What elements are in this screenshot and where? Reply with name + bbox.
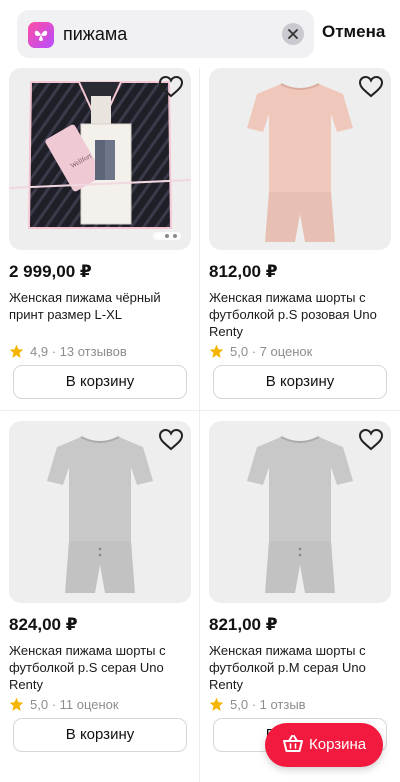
product-price: 821,00 ₽ (209, 615, 278, 634)
heart-icon[interactable] (158, 75, 184, 99)
search-input[interactable]: пижама (63, 24, 127, 45)
product-price: 2 999,00 ₽ (9, 262, 92, 281)
reviews-count: 7 оценок (259, 343, 313, 359)
star-icon (9, 697, 24, 711)
heart-icon[interactable] (158, 428, 184, 452)
product-card[interactable]: Wellfort 2 999,00 ₽ Женская пижама чёрны… (9, 68, 191, 399)
product-title[interactable]: Женская пижама шорты с футболкой р.M сер… (209, 642, 391, 693)
row-divider (0, 410, 400, 411)
floating-cart-label: Корзина (309, 736, 367, 753)
product-image[interactable] (209, 421, 391, 603)
rating-value: 5,0 (230, 696, 249, 712)
product-rating: 5,0 · 1 отзыв (209, 694, 391, 714)
clear-icon[interactable] (282, 23, 304, 45)
basket-icon (283, 735, 303, 752)
product-image[interactable] (9, 421, 191, 603)
add-to-cart-button[interactable]: В корзину (13, 718, 187, 752)
product-title[interactable]: Женская пижама чёрный принт размер L-XL (9, 289, 191, 340)
rating-value: 5,0 (30, 696, 49, 712)
product-price: 812,00 ₽ (209, 262, 278, 281)
reviews-count: 13 отзывов (59, 343, 127, 359)
image-pager-dots (153, 232, 181, 240)
product-rating: 4,9 · 13 отзывов (9, 341, 191, 361)
product-card[interactable]: 821,00 ₽ Женская пижама шорты с футболко… (209, 421, 391, 752)
product-rating: 5,0 · 7 оценок (209, 341, 391, 361)
rating-value: 5,0 (230, 343, 249, 359)
product-title[interactable]: Женская пижама шорты с футболкой р.S роз… (209, 289, 391, 340)
star-icon (209, 344, 224, 358)
app-logo-icon (28, 22, 54, 48)
star-icon (9, 344, 24, 358)
search-box[interactable]: пижама (17, 10, 314, 58)
search-header: пижама Отмена (0, 0, 400, 68)
cancel-button[interactable]: Отмена (322, 22, 385, 42)
product-image[interactable]: Wellfort (9, 68, 191, 250)
heart-icon[interactable] (358, 428, 384, 452)
reviews-count: 1 отзыв (259, 696, 306, 712)
rating-value: 4,9 (30, 343, 49, 359)
product-image[interactable] (209, 68, 391, 250)
reviews-count: 11 оценок (59, 696, 119, 712)
star-icon (209, 697, 224, 711)
product-title[interactable]: Женская пижама шорты с футболкой р.S сер… (9, 642, 191, 693)
product-card[interactable]: 812,00 ₽ Женская пижама шорты с футболко… (209, 68, 391, 399)
add-to-cart-button[interactable]: В корзину (213, 365, 387, 399)
product-rating: 5,0 · 11 оценок (9, 694, 191, 714)
add-to-cart-button[interactable]: В корзину (13, 365, 187, 399)
heart-icon[interactable] (358, 75, 384, 99)
product-card[interactable]: 824,00 ₽ Женская пижама шорты с футболко… (9, 421, 191, 752)
product-price: 824,00 ₽ (9, 615, 78, 634)
floating-cart-button[interactable]: Корзина (265, 723, 383, 767)
column-divider (199, 68, 200, 782)
